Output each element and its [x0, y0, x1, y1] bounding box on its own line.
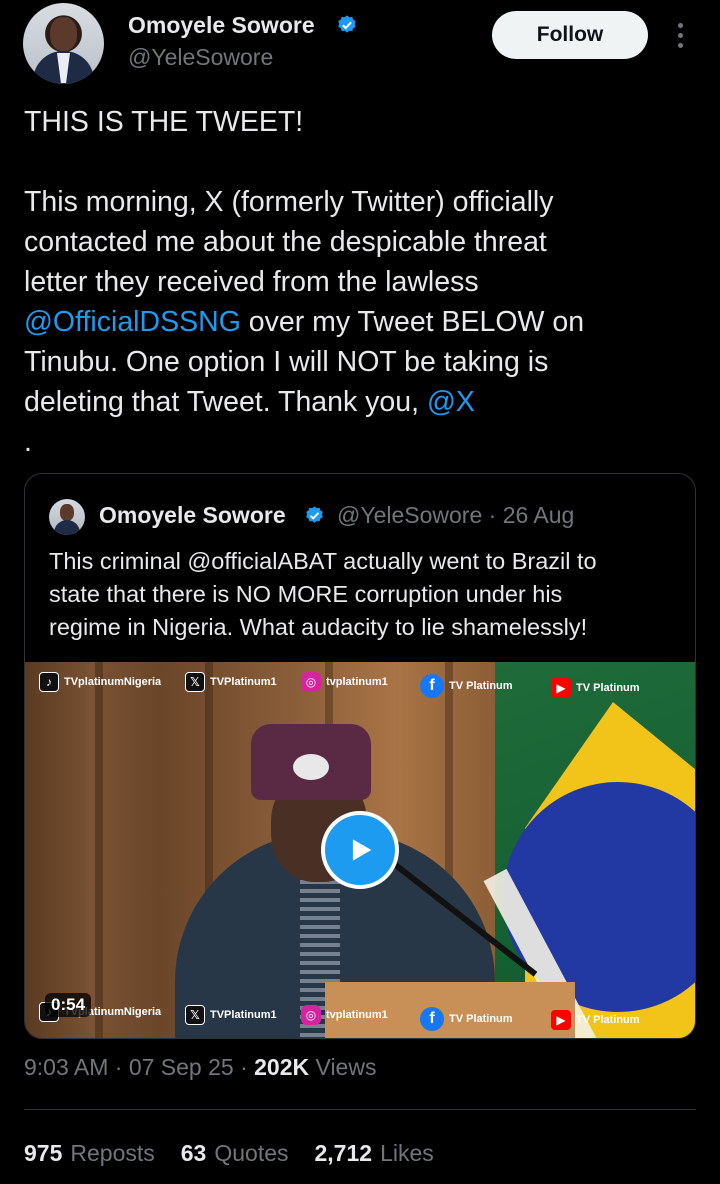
wall-panel [95, 662, 103, 1038]
quoted-line: This criminal @officialABAT actually wen… [49, 548, 597, 574]
watermark-facebook: f TV Platinum [420, 1007, 513, 1031]
x-logo-icon: 𝕏 [185, 1005, 205, 1025]
youtube-icon: ▶ [551, 1010, 571, 1030]
watermark-x: 𝕏 TVPlatinum1 [185, 672, 277, 692]
mention-x[interactable]: @X [427, 386, 475, 418]
x-logo-icon: 𝕏 [185, 672, 205, 692]
author-avatar[interactable] [23, 3, 104, 84]
tiktok-icon: ♪ [39, 672, 59, 692]
tweet-timestamp: 9:03 AM · 07 Sep 25 · 202K Views [24, 1054, 376, 1081]
engagement-stats: 975 Reposts 63 Quotes 2,712 Likes [24, 1140, 434, 1167]
tweet-line: This morning, X (formerly Twitter) offic… [24, 186, 554, 218]
views-label: Views [309, 1054, 377, 1080]
author-name[interactable]: Omoyele Sowore [128, 12, 315, 39]
quoted-line: state that there is NO MORE corruption u… [49, 581, 563, 607]
watermark-youtube: ▶ TV Platinum [551, 678, 640, 698]
tweet-line: @OfficialDSSNG over my Tweet BELOW on [24, 302, 696, 342]
tweet-heading: THIS IS THE TWEET! [24, 106, 304, 138]
likes-stat[interactable]: 2,712 Likes [315, 1140, 434, 1167]
quoted-handle-date: @YeleSowore · 26 Aug [337, 502, 575, 528]
watermark-youtube: ▶ TV Platinum [551, 1010, 640, 1030]
tweet-header: Omoyele Sowore @YeleSowore Follow [0, 0, 720, 90]
reposts-stat[interactable]: 975 Reposts [24, 1140, 155, 1167]
quoted-line: regime in Nigeria. What audacity to lie … [49, 614, 588, 640]
watermark-tiktok: ♪TVplatinumNigeria [39, 672, 161, 692]
watermark-instagram: ◎ tvplatinum1 [301, 672, 388, 692]
tweet-line: letter they received from the lawless [24, 266, 479, 298]
quoted-tweet[interactable]: Omoyele Sowore @YeleSowore · 26 Aug This… [24, 473, 696, 1039]
verified-badge-icon [306, 506, 323, 523]
more-options-icon[interactable] [668, 18, 692, 52]
youtube-icon: ▶ [551, 678, 571, 698]
verified-badge-icon [338, 15, 356, 33]
quotes-stat[interactable]: 63 Quotes [181, 1140, 289, 1167]
reposts-label: Reposts [70, 1140, 155, 1166]
likes-count: 2,712 [314, 1140, 373, 1166]
quoted-text: This criminal @officialABAT actually wen… [49, 545, 679, 644]
tweet-line-pre: deleting that Tweet. Thank you, [24, 386, 427, 418]
quotes-label: Quotes [214, 1140, 289, 1166]
follow-button[interactable]: Follow [492, 11, 648, 59]
facebook-icon: f [420, 674, 444, 698]
avatar-face [50, 17, 77, 51]
watermark-instagram: ◎ tvplatinum1 [301, 1005, 388, 1025]
likes-label: Likes [380, 1140, 434, 1166]
instagram-icon: ◎ [301, 672, 321, 692]
play-icon [352, 839, 372, 861]
tweet-line-rest: over my Tweet BELOW on [240, 306, 585, 338]
play-button[interactable] [321, 811, 399, 889]
tweet-body: THIS IS THE TWEET! This morning, X (form… [24, 102, 696, 462]
time-date[interactable]: 9:03 AM · 07 Sep 25 · [24, 1054, 254, 1080]
quotes-count: 63 [180, 1140, 207, 1166]
mention-officialdssng[interactable]: @OfficialDSSNG [24, 306, 241, 338]
watermark-x: 𝕏 TVPlatinum1 [185, 1005, 277, 1025]
video-duration: 0:54 [45, 993, 92, 1017]
author-handle[interactable]: @YeleSowore [128, 44, 273, 71]
divider [24, 1109, 696, 1110]
instagram-icon: ◎ [301, 1005, 321, 1025]
tweet-line: Tinubu. One option I will NOT be taking … [24, 346, 549, 378]
quoted-author-name[interactable]: Omoyele Sowore [99, 502, 286, 529]
video-player[interactable]: ♪ TVplatinumNigeria 𝕏 TVPlatinum1 ◎ tvplati… [25, 662, 695, 1038]
watermark-facebook: f TV Platinum [420, 674, 513, 698]
speaker-cap [251, 724, 371, 800]
reposts-count: 975 [24, 1140, 63, 1166]
facebook-icon: f [420, 1007, 444, 1031]
views-count: 202K [254, 1054, 310, 1080]
tweet-line: deleting that Tweet. Thank you, @X [24, 382, 696, 422]
tweet-line: . [24, 426, 32, 458]
tweet-line: contacted me about the despicable threat [24, 226, 547, 258]
quoted-author-avatar[interactable] [49, 499, 85, 535]
